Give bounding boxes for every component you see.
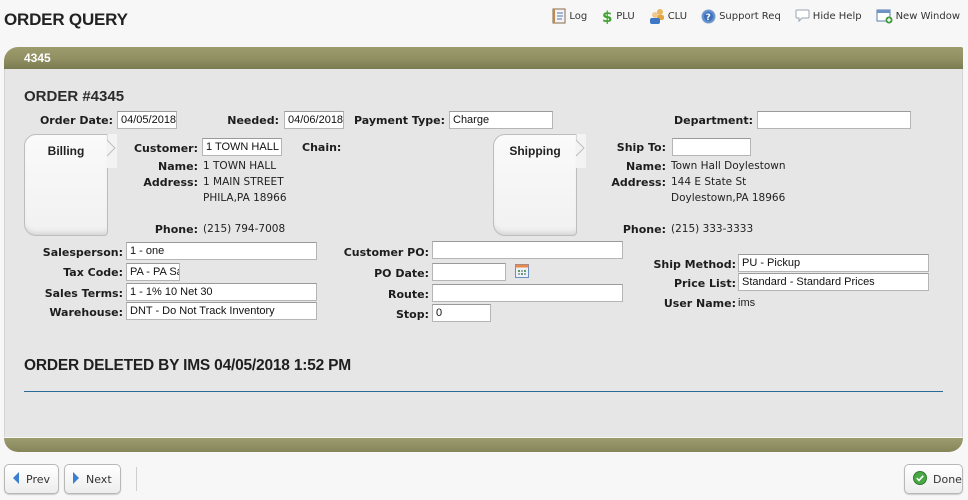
billing-address-label: Address: bbox=[143, 176, 198, 189]
billing-name-value: 1 TOWN HALL bbox=[203, 160, 277, 172]
new-window-label: New Window bbox=[895, 10, 960, 22]
shipping-tab[interactable]: Shipping bbox=[493, 134, 577, 236]
po-date-field[interactable] bbox=[432, 263, 506, 281]
billing-phone-value: (215) 794-7008 bbox=[203, 223, 286, 235]
route-label: Route: bbox=[388, 288, 429, 301]
billing-phone-label: Phone: bbox=[154, 223, 198, 236]
dollar-icon: $ bbox=[601, 8, 613, 24]
department-field[interactable] bbox=[757, 111, 911, 129]
price-list-label: Price List: bbox=[673, 277, 736, 290]
panel-footer bbox=[4, 438, 963, 452]
arrow-left-icon bbox=[13, 471, 20, 487]
needed-field[interactable]: 04/06/2018 bbox=[284, 111, 344, 129]
next-button[interactable]: Next bbox=[64, 464, 121, 494]
footer-separator bbox=[136, 467, 137, 491]
customer-po-field[interactable] bbox=[432, 241, 623, 259]
done-button[interactable]: Done bbox=[904, 464, 963, 494]
sales-terms-label: Sales Terms: bbox=[44, 287, 123, 300]
plu-button[interactable]: $ PLU bbox=[601, 8, 634, 24]
log-button[interactable]: Log bbox=[552, 8, 587, 24]
calendar-icon[interactable] bbox=[515, 264, 529, 281]
order-deleted-message: ORDER DELETED BY IMS 04/05/2018 1:52 PM bbox=[24, 357, 352, 374]
svg-text:$: $ bbox=[602, 8, 612, 24]
order-date-label: Order Date: bbox=[39, 114, 113, 127]
ship-to-label: Ship To: bbox=[616, 141, 666, 154]
po-date-label: PO Date: bbox=[374, 267, 429, 280]
order-date-field[interactable]: 04/05/2018 bbox=[117, 111, 177, 129]
clu-button[interactable]: CLU bbox=[649, 8, 687, 24]
log-icon bbox=[552, 8, 566, 24]
support-req-button[interactable]: ? Support Req bbox=[701, 9, 781, 24]
shipping-phone-label: Phone: bbox=[622, 223, 666, 236]
payment-type-field[interactable]: Charge bbox=[449, 111, 553, 129]
department-label: Department: bbox=[674, 114, 753, 127]
svg-text:?: ? bbox=[706, 13, 711, 23]
shipping-address-line2: Doylestown,PA 18966 bbox=[671, 192, 786, 204]
user-name-value: ims bbox=[738, 297, 756, 309]
shipping-tab-label: Shipping bbox=[509, 144, 561, 158]
shipping-address-line1: 144 E State St bbox=[671, 176, 747, 188]
salesperson-label: Salesperson: bbox=[42, 246, 123, 259]
page-title: ORDER QUERY bbox=[4, 10, 128, 29]
prev-label: Prev bbox=[26, 472, 50, 486]
check-circle-icon bbox=[913, 470, 927, 488]
shipping-tab-arrow bbox=[576, 134, 586, 168]
payment-type-label: Payment Type: bbox=[354, 114, 445, 127]
next-label: Next bbox=[86, 472, 112, 486]
shipping-phone-value: (215) 333-3333 bbox=[671, 223, 754, 235]
customer-label: Customer: bbox=[133, 142, 198, 155]
help-icon: ? bbox=[701, 9, 716, 24]
route-field[interactable] bbox=[432, 284, 623, 302]
hide-help-label: Hide Help bbox=[812, 10, 862, 22]
shipping-address-label: Address: bbox=[611, 176, 666, 189]
needed-label: Needed: bbox=[227, 114, 279, 127]
sales-terms-field[interactable]: 1 - 1% 10 Net 30 bbox=[126, 283, 317, 301]
tax-code-field[interactable]: PA - PA Sa bbox=[126, 263, 180, 281]
chain-label: Chain: bbox=[302, 141, 342, 154]
warehouse-label: Warehouse: bbox=[49, 306, 123, 319]
done-label: Done bbox=[933, 472, 962, 486]
billing-tab-label: Billing bbox=[47, 144, 85, 158]
tax-code-label: Tax Code: bbox=[63, 266, 123, 279]
billing-address-line1: 1 MAIN STREET bbox=[203, 176, 284, 188]
toolbar: Log $ PLU CLU ? Support Req Hide Help Ne… bbox=[552, 8, 960, 24]
prev-button[interactable]: Prev bbox=[4, 464, 59, 494]
panel-header: 4345 bbox=[4, 47, 963, 69]
log-label: Log bbox=[569, 10, 588, 22]
divider-line bbox=[24, 391, 943, 392]
customer-field[interactable]: 1 TOWN HALL bbox=[202, 138, 282, 156]
shipping-name-label: Name: bbox=[626, 160, 666, 173]
hide-help-button[interactable]: Hide Help bbox=[795, 9, 862, 23]
plu-label: PLU bbox=[616, 10, 635, 22]
clu-label: CLU bbox=[667, 10, 688, 22]
ship-method-label: Ship Method: bbox=[653, 258, 736, 271]
billing-tab[interactable]: Billing bbox=[24, 134, 108, 236]
salesperson-field[interactable]: 1 - one bbox=[126, 242, 317, 260]
new-window-button[interactable]: New Window bbox=[876, 8, 960, 24]
billing-tab-arrow bbox=[107, 134, 117, 168]
panel-header-title: 4345 bbox=[24, 51, 51, 65]
billing-name-label: Name: bbox=[158, 160, 198, 173]
order-title: ORDER #4345 bbox=[24, 88, 125, 105]
user-name-label: User Name: bbox=[663, 297, 736, 310]
ship-to-field[interactable] bbox=[672, 138, 751, 156]
billing-address-line2: PHILA,PA 18966 bbox=[203, 192, 287, 204]
price-list-field[interactable]: Standard - Standard Prices bbox=[738, 273, 929, 291]
support-req-label: Support Req bbox=[719, 10, 781, 22]
customer-po-label: Customer PO: bbox=[343, 246, 429, 259]
warehouse-field[interactable]: DNT - Do Not Track Inventory bbox=[126, 302, 317, 320]
shipping-name-value: Town Hall Doylestown bbox=[671, 160, 786, 172]
arrow-right-icon bbox=[73, 471, 80, 487]
new-window-icon bbox=[876, 8, 893, 24]
users-icon bbox=[649, 8, 665, 24]
speech-bubble-icon bbox=[795, 9, 810, 23]
stop-label: Stop: bbox=[395, 308, 429, 321]
stop-field[interactable]: 0 bbox=[432, 304, 491, 322]
ship-method-field[interactable]: PU - Pickup bbox=[738, 254, 929, 272]
